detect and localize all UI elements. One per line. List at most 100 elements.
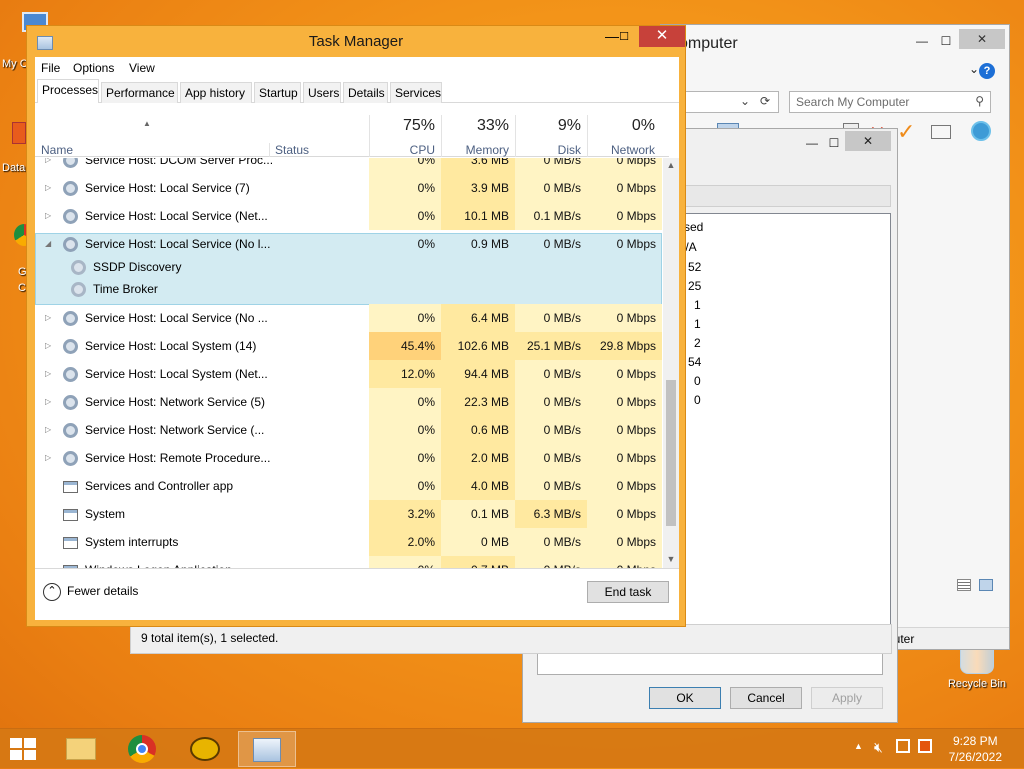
- close-button[interactable]: ✕: [959, 29, 1005, 49]
- refresh-icon[interactable]: ⟳: [760, 94, 770, 108]
- vertical-scrollbar[interactable]: ▲ ▼: [663, 158, 679, 568]
- scrollbar-thumb[interactable]: [666, 380, 676, 526]
- network-cell: 0 Mbps: [587, 360, 662, 388]
- table-row[interactable]: ▷ Service Host: DCOM Server Proc... 0% 3…: [35, 158, 662, 174]
- column-header-status[interactable]: Status: [275, 143, 309, 157]
- table-row[interactable]: System interrupts 2.0% 0 MB 0 MB/s 0 Mbp…: [35, 528, 662, 556]
- expand-arrow-icon[interactable]: ▷: [45, 360, 51, 388]
- tiles-view-icon[interactable]: [979, 579, 993, 591]
- end-task-button[interactable]: End task: [587, 581, 669, 603]
- table-row[interactable]: Windows Logon Application 0% 0.7 MB 0 MB…: [35, 556, 662, 568]
- expand-arrow-icon[interactable]: ▷: [45, 444, 51, 472]
- minimize-button[interactable]: —: [909, 31, 935, 51]
- service-gear-icon: [63, 423, 78, 438]
- column-header-network[interactable]: Network: [587, 143, 655, 157]
- collapse-arrow-icon[interactable]: ◢: [45, 230, 51, 258]
- maximize-button[interactable]: ☐: [933, 31, 959, 51]
- table-row-selected[interactable]: ◢ Service Host: Local Service (No l... 0…: [35, 230, 662, 258]
- scroll-up-icon[interactable]: ▲: [663, 160, 679, 170]
- action-center-icon[interactable]: [918, 739, 932, 753]
- fewer-details-button[interactable]: ⌃ Fewer details: [43, 583, 138, 601]
- service-subrow[interactable]: Time Broker: [35, 278, 662, 300]
- column-header-memory[interactable]: Memory: [441, 143, 509, 157]
- cpu-cell: 12.0%: [369, 360, 441, 388]
- scroll-down-icon[interactable]: ▼: [663, 554, 679, 564]
- clock[interactable]: 9:28 PM 7/26/2022: [949, 733, 1002, 765]
- tab-performance[interactable]: Performance: [101, 82, 178, 103]
- cancel-button[interactable]: Cancel: [730, 687, 802, 709]
- tab-details[interactable]: Details: [343, 82, 388, 103]
- task-manager-content: File Options View Processes Performance …: [35, 57, 679, 620]
- table-row[interactable]: ▷ Service Host: Local Service (No ... 0%…: [35, 304, 662, 332]
- memory-cell: 102.6 MB: [441, 332, 515, 360]
- expand-arrow-icon[interactable]: ▷: [45, 202, 51, 230]
- network-cell: 29.8 Mbps: [587, 332, 662, 360]
- apply-button[interactable]: Apply: [811, 687, 883, 709]
- details-view-icon[interactable]: [957, 579, 971, 591]
- properties-icon[interactable]: [931, 125, 951, 139]
- taskbar-chrome[interactable]: [114, 731, 172, 767]
- service-gear-icon: [63, 181, 78, 196]
- column-header-name[interactable]: Name: [41, 143, 73, 157]
- view-toggle-icons[interactable]: [957, 579, 993, 593]
- tab-services[interactable]: Services: [390, 82, 442, 103]
- menu-view[interactable]: View: [129, 61, 155, 75]
- table-row[interactable]: System 3.2% 0.1 MB 6.3 MB/s 0 Mbps: [35, 500, 662, 528]
- close-button[interactable]: ✕: [845, 131, 891, 151]
- ok-button[interactable]: OK: [649, 687, 721, 709]
- menu-bar: File Options View: [35, 57, 679, 79]
- table-row[interactable]: ▷ Service Host: Network Service (5) 0% 2…: [35, 388, 662, 416]
- column-header-cpu[interactable]: CPU: [369, 143, 435, 157]
- tab-app-history[interactable]: App history: [180, 82, 252, 103]
- close-button[interactable]: ✕: [639, 26, 685, 47]
- table-row[interactable]: ▷ Service Host: Local System (14) 45.4% …: [35, 332, 662, 360]
- table-row[interactable]: ▷ Service Host: Local System (Net... 12.…: [35, 360, 662, 388]
- maximize-button[interactable]: ☐: [821, 133, 847, 153]
- table-row[interactable]: ▷ Service Host: Local Service (Net... 0%…: [35, 202, 662, 230]
- expand-arrow-icon[interactable]: ▷: [45, 158, 51, 174]
- tab-startup[interactable]: Startup: [254, 82, 301, 103]
- memory-cell: 22.3 MB: [441, 388, 515, 416]
- menu-options[interactable]: Options: [73, 61, 114, 75]
- expand-arrow-icon[interactable]: ▷: [45, 416, 51, 444]
- taskbar-task-manager[interactable]: [238, 731, 296, 767]
- service-gear-icon: [63, 451, 78, 466]
- expand-arrow-icon[interactable]: ▷: [45, 388, 51, 416]
- taskbar-file-explorer[interactable]: [52, 731, 110, 767]
- tab-users[interactable]: Users: [303, 82, 341, 103]
- process-name: Service Host: Remote Procedure...: [85, 451, 271, 465]
- show-hidden-icons-icon[interactable]: ▲: [854, 741, 863, 751]
- process-name: Service Host: Local Service (7): [85, 181, 250, 195]
- start-button[interactable]: [10, 738, 38, 762]
- globe-icon[interactable]: [971, 121, 991, 141]
- expand-arrow-icon[interactable]: ▷: [45, 304, 51, 332]
- service-name: SSDP Discovery: [93, 260, 182, 274]
- disk-cell: 6.3 MB/s: [515, 500, 587, 528]
- expand-arrow-icon[interactable]: ▷: [45, 174, 51, 202]
- column-header-disk[interactable]: Disk: [515, 143, 581, 157]
- check-icon[interactable]: ✓: [897, 119, 915, 145]
- memory-cell: 94.4 MB: [441, 360, 515, 388]
- search-input[interactable]: Search My Computer ⚲: [789, 91, 991, 113]
- help-icon[interactable]: ?: [979, 63, 995, 79]
- table-row[interactable]: Services and Controller app 0% 4.0 MB 0 …: [35, 472, 662, 500]
- menu-file[interactable]: File: [41, 61, 60, 75]
- address-bar[interactable]: ⌄ ⟳: [681, 91, 779, 113]
- network-icon[interactable]: [896, 739, 910, 753]
- service-subrow[interactable]: SSDP Discovery: [35, 256, 662, 278]
- table-row[interactable]: ▷ Service Host: Network Service (... 0% …: [35, 416, 662, 444]
- table-row[interactable]: ▷ Service Host: Local Service (7) 0% 3.9…: [35, 174, 662, 202]
- dialog-input[interactable]: [537, 651, 883, 675]
- network-cell: 0 Mbps: [587, 388, 662, 416]
- taskbar-app[interactable]: [176, 731, 234, 767]
- volume-muted-icon[interactable]: 🔇︎: [874, 739, 883, 756]
- process-name: Service Host: Network Service (...: [85, 423, 265, 437]
- search-icon[interactable]: ⚲: [975, 94, 984, 108]
- clock-time: 9:28 PM: [952, 734, 998, 748]
- tab-processes[interactable]: Processes: [37, 79, 99, 104]
- table-row[interactable]: ▷ Service Host: Remote Procedure... 0% 2…: [35, 444, 662, 472]
- service-gear-icon: [63, 395, 78, 410]
- expand-arrow-icon[interactable]: ▷: [45, 332, 51, 360]
- maximize-button[interactable]: ☐: [613, 28, 635, 46]
- chevron-down-icon[interactable]: ⌄: [740, 94, 750, 108]
